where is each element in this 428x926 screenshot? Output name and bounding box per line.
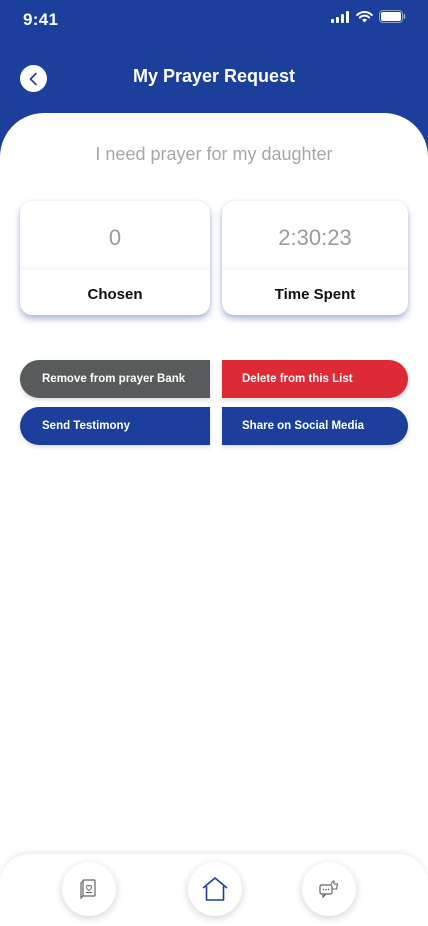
nav-prayer-book-button[interactable] xyxy=(62,862,116,916)
card-divider xyxy=(222,270,408,276)
status-icons xyxy=(331,10,406,23)
home-icon xyxy=(202,877,228,901)
prayer-request-text: I need prayer for my daughter xyxy=(95,144,333,164)
chosen-value: 0 xyxy=(108,225,122,250)
time-spent-card: 2:30:23 Time Spent xyxy=(222,201,408,315)
battery-icon xyxy=(379,10,406,23)
page-title: My Prayer Request xyxy=(132,66,296,86)
status-time: 9:41 xyxy=(23,10,59,29)
nav-chat-like-button[interactable] xyxy=(302,862,356,916)
delete-from-list-button[interactable]: Delete from this List xyxy=(222,360,408,398)
signal-icon xyxy=(331,10,349,23)
time-spent-label: Time Spent xyxy=(274,286,356,303)
prayer-book-icon xyxy=(80,879,96,900)
nav-home-button[interactable] xyxy=(188,862,242,916)
wifi-icon xyxy=(356,10,373,22)
chosen-card: 0 Chosen xyxy=(20,201,210,315)
chosen-label: Chosen xyxy=(87,286,143,303)
card-divider xyxy=(20,270,210,276)
send-testimony-button[interactable]: Send Testimony xyxy=(20,407,210,445)
time-spent-value: 2:30:23 xyxy=(278,225,352,250)
remove-from-prayer-bank-button[interactable]: Remove from prayer Bank xyxy=(20,360,210,398)
chat-like-icon xyxy=(319,880,339,899)
share-social-media-button[interactable]: Share on Social Media xyxy=(222,407,408,445)
